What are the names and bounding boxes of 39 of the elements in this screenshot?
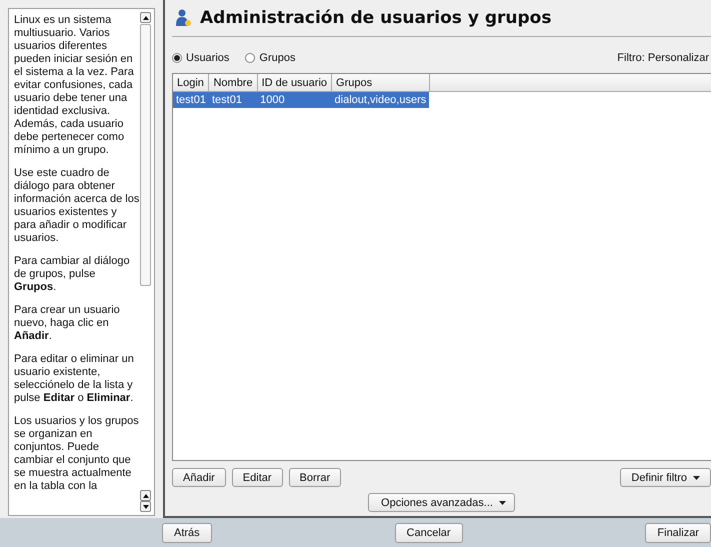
table-cell: test01 [173, 92, 209, 108]
help-paragraph: Linux es un sistema multiusuario. Varios usuarios diferentes pueden iniciar sesión en el sistema a la vez. Para evitar confusiones, cada usuario debe tener una identidad exclusiva. Además, cada usuario debe pertenecer como mínimo a un grupo. [14, 14, 135, 157]
page-title: Administración de usuarios y grupos [200, 8, 552, 28]
column-header[interactable]: Nombre [208, 74, 258, 92]
filter-label: Filtro: Personalizar [617, 52, 710, 64]
table-cell: dialout,video,users [332, 92, 430, 108]
advanced-options-button[interactable]: Opciones avanzadas... [368, 493, 515, 512]
table-cell: 1000 [257, 92, 332, 108]
user-icon [176, 9, 192, 27]
nav-button[interactable]: Atrás [162, 522, 212, 542]
radio-option[interactable]: Grupos [245, 48, 296, 68]
action-button[interactable]: Borrar [288, 468, 342, 487]
help-paragraph: Use este cuadro de diálogo para obtener información acerca de los usuarios existentes y para añadir o modificar usuarios. [14, 167, 140, 245]
caret-icon [498, 500, 506, 504]
help-paragraph: Para crear un usuario nuevo, haga clic en Añadir. [14, 304, 121, 343]
column-header[interactable]: Login [173, 74, 209, 92]
filter-button[interactable]: Definir filtro [620, 468, 711, 487]
nav-button[interactable]: Cancelar [394, 522, 463, 542]
radio-option[interactable]: Usuarios [172, 48, 230, 68]
scroll-up-button[interactable] [140, 490, 151, 501]
up-arrow-icon [142, 494, 148, 498]
scroll-down-button[interactable] [140, 501, 151, 512]
scroll-up-button[interactable] [140, 12, 151, 23]
up-arrow-icon [142, 16, 148, 20]
nav-button[interactable]: Finalizar [645, 522, 711, 542]
help-paragraph: Para editar o eliminar un usuario existente, selecciónelo de la lista y pulse Editar o Eliminar. [14, 353, 135, 405]
radio-button[interactable] [172, 53, 182, 63]
column-header[interactable]: Grupos [332, 74, 430, 92]
action-button[interactable]: Añadir [172, 468, 226, 487]
column-header[interactable]: ID de usuario [257, 74, 332, 92]
scrollbar-thumb[interactable] [140, 24, 151, 286]
down-arrow-icon [142, 504, 148, 508]
radio-button[interactable] [245, 53, 256, 63]
caret-icon [693, 476, 700, 480]
action-button[interactable]: Editar [232, 468, 283, 487]
scrollbar[interactable] [140, 12, 152, 512]
table-cell: test01 [208, 92, 258, 108]
help-paragraph: Los usuarios y los grupos se organizan en conjuntos. Puede cambiar el conjunto que se muestra actualmente en la tabla con la [14, 415, 140, 493]
help-paragraph: Para cambiar al diálogo de grupos, pulse Grupos. [14, 255, 131, 294]
